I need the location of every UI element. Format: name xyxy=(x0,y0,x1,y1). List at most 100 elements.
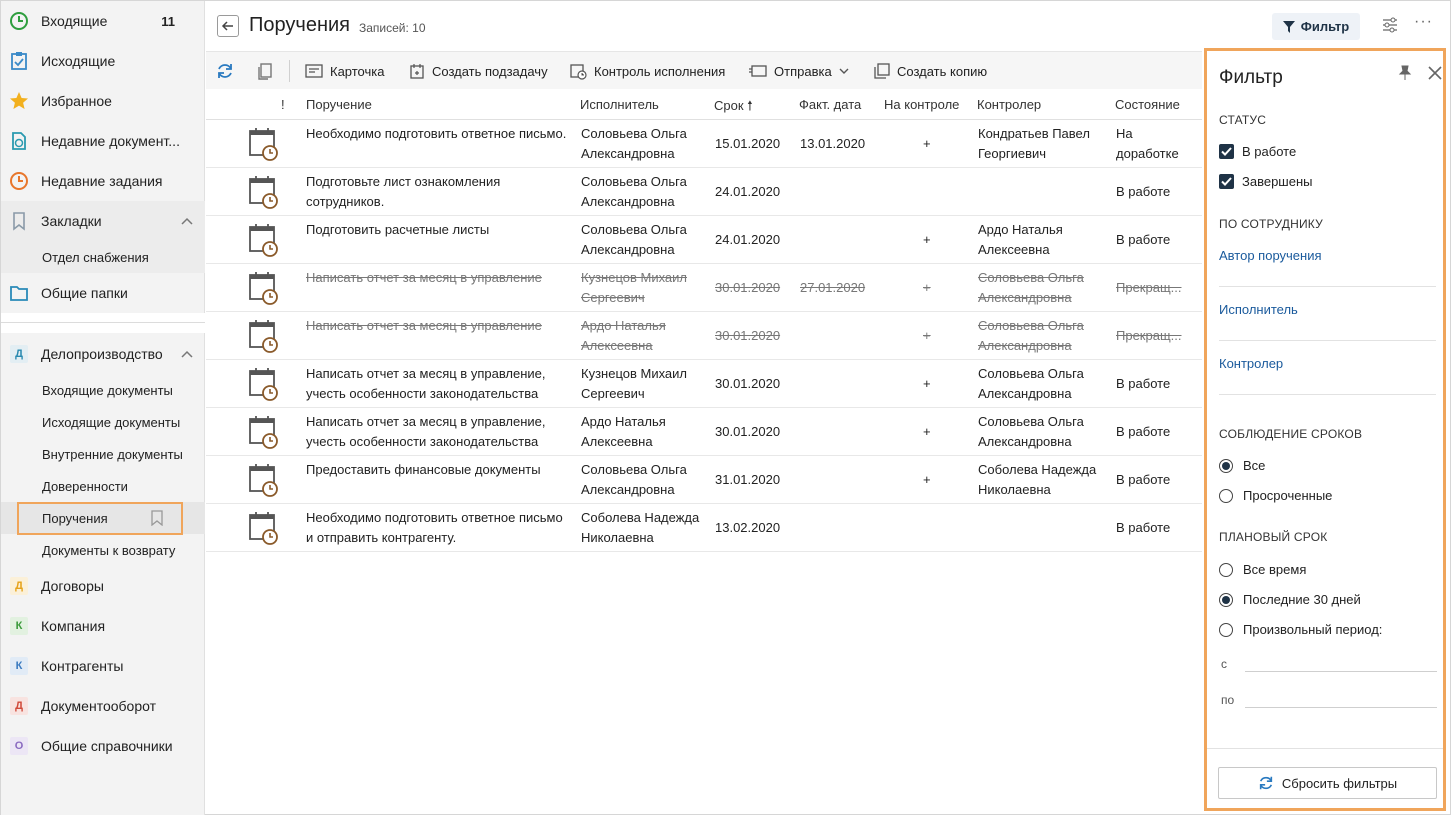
letter-o-icon: О xyxy=(9,736,29,756)
card-button-label: Карточка xyxy=(330,63,385,79)
sidebar-item-shared-folders[interactable]: Общие папки xyxy=(1,273,205,313)
bookmark-icon[interactable] xyxy=(150,510,164,526)
col-controller[interactable]: Контролер xyxy=(977,97,1041,112)
planned-custom-radio[interactable]: Произвольный период: xyxy=(1219,622,1382,637)
deadline-all-radio[interactable]: Все xyxy=(1219,458,1265,473)
table-row[interactable]: Подготовить расчетные листы Соловьева Оль… xyxy=(206,216,1202,264)
col-task[interactable]: Поручение xyxy=(306,97,372,112)
close-icon[interactable] xyxy=(1427,65,1443,81)
sidebar-subitem-outgoing-docs[interactable]: Исходящие документы xyxy=(1,406,205,438)
executor-cell: Соловьева Ольга Александровна xyxy=(581,462,687,497)
star-icon xyxy=(9,91,29,111)
task-calendar-icon xyxy=(248,318,280,354)
sidebar-item-recent-tasks[interactable]: Недавние задания xyxy=(1,161,205,201)
create-subtask-button[interactable]: Создать подзадачу xyxy=(409,61,548,81)
chevron-up-icon[interactable] xyxy=(179,346,195,362)
status-in-work-checkbox[interactable]: В работе xyxy=(1219,144,1296,159)
execution-control-label: Контроль исполнения xyxy=(594,63,726,79)
col-priority[interactable]: ! xyxy=(281,97,285,112)
sidebar: Входящие 11 Исходящие Избранное Недавние… xyxy=(1,1,205,815)
send-dropdown-button[interactable]: Отправка xyxy=(749,61,849,81)
table-row[interactable]: Написать отчет за месяц в управление Кузн… xyxy=(206,264,1202,312)
pin-icon[interactable] xyxy=(1397,65,1413,81)
planned-all-radio[interactable]: Все время xyxy=(1219,562,1306,577)
col-due[interactable]: Срок 🠕 xyxy=(714,97,753,119)
back-button[interactable] xyxy=(217,15,239,37)
sidebar-item-company[interactable]: К Компания xyxy=(1,606,205,646)
table-row[interactable]: Написать отчет за месяц в управление Ардо… xyxy=(206,312,1202,360)
sidebar-item-incoming[interactable]: Входящие 11 xyxy=(1,1,205,41)
sidebar-item-shared-directories[interactable]: О Общие справочники xyxy=(1,726,205,766)
bookmark-icon xyxy=(9,211,29,231)
sidebar-item-favorites[interactable]: Избранное xyxy=(1,81,205,121)
sidebar-subitem-powers-of-attorney[interactable]: Доверенности xyxy=(1,470,205,502)
incoming-count: 11 xyxy=(161,13,175,29)
col-state[interactable]: Состояние xyxy=(1115,97,1180,112)
copy-list-icon[interactable] xyxy=(256,62,274,80)
task-cell: Подготовить расчетные листы xyxy=(306,222,490,237)
controller-filter-link[interactable]: Контролер xyxy=(1219,356,1283,371)
sidebar-subitem-docs-to-return[interactable]: Документы к возврату xyxy=(1,534,205,566)
card-button[interactable]: Карточка xyxy=(305,61,384,81)
sidebar-item-recent-documents[interactable]: Недавние документ... xyxy=(1,121,205,161)
sidebar-item-outgoing[interactable]: Исходящие xyxy=(1,41,205,81)
sidebar-subitem-label: Поручения xyxy=(42,511,108,526)
sort-asc-icon: 🠕 xyxy=(747,98,753,113)
sidebar-item-records-management[interactable]: Д Делопроизводство xyxy=(1,334,205,374)
recent-task-icon xyxy=(9,171,29,191)
letter-k-icon: К xyxy=(9,616,29,636)
table-row[interactable]: Необходимо подготовить ответное письмо и… xyxy=(206,504,1202,552)
create-copy-button[interactable]: Создать копию xyxy=(874,61,987,81)
divider xyxy=(1219,286,1436,287)
reset-filters-button[interactable]: Сбросить фильтры xyxy=(1218,767,1437,799)
table-row[interactable]: Подготовьте лист ознакомления сотруднико… xyxy=(206,168,1202,216)
task-cell: Написать отчет за месяц в управление, уч… xyxy=(306,414,546,449)
sidebar-subitem-assignments[interactable]: Поручения xyxy=(1,502,205,535)
on-control-cell: + xyxy=(923,232,931,247)
deadline-overdue-radio[interactable]: Просроченные xyxy=(1219,488,1332,503)
task-calendar-icon xyxy=(248,366,280,402)
arrow-left-icon xyxy=(221,21,233,31)
sidebar-item-label: Недавние задания xyxy=(41,173,163,189)
sidebar-subitem-label: Внутренние документы xyxy=(42,447,183,462)
filter-button-label: Фильтр xyxy=(1300,19,1350,34)
table-row[interactable]: Необходимо подготовить ответное письмо. С… xyxy=(206,120,1202,168)
col-executor[interactable]: Исполнитель xyxy=(580,97,659,112)
sidebar-item-counterparties[interactable]: К Контрагенты xyxy=(1,646,205,686)
col-on-control[interactable]: На контроле xyxy=(884,97,959,112)
sidebar-subitem-incoming-docs[interactable]: Входящие документы xyxy=(1,374,205,406)
sidebar-subitem-label: Исходящие документы xyxy=(42,415,181,430)
sidebar-item-label: Общие папки xyxy=(41,285,128,301)
table-row[interactable]: Предоставить финансовые документы Соловье… xyxy=(206,456,1202,504)
due-cell: 30.01.2020 xyxy=(715,280,781,295)
on-control-cell: + xyxy=(923,136,931,151)
sidebar-subitem-supply-dept[interactable]: Отдел снабжения xyxy=(1,241,205,273)
planned-30-days-radio[interactable]: Последние 30 дней xyxy=(1219,592,1361,607)
settings-sliders-icon[interactable] xyxy=(1380,15,1400,35)
to-date-input[interactable] xyxy=(1245,686,1437,708)
sidebar-spacer xyxy=(1,313,205,333)
sidebar-subitem-label: Документы к возврату xyxy=(42,543,176,558)
execution-control-button[interactable]: Контроль исполнения xyxy=(570,61,725,81)
more-icon[interactable]: ··· xyxy=(1414,13,1434,33)
on-control-cell: + xyxy=(923,328,931,343)
table-row[interactable]: Написать отчет за месяц в управление, уч… xyxy=(206,408,1202,456)
status-done-checkbox[interactable]: Завершены xyxy=(1219,174,1312,189)
sidebar-item-document-flow[interactable]: Д Документооборот xyxy=(1,686,205,726)
create-copy-label: Создать копию xyxy=(897,63,988,79)
filter-button[interactable]: Фильтр xyxy=(1272,13,1360,40)
planned-all-label: Все время xyxy=(1243,562,1307,577)
state-cell: Прекращ... xyxy=(1116,280,1182,295)
table-row[interactable]: Написать отчет за месяц в управление, уч… xyxy=(206,360,1202,408)
col-fact-date[interactable]: Факт. дата xyxy=(799,97,861,112)
sidebar-subitem-label: Входящие документы xyxy=(42,383,173,398)
author-filter-link[interactable]: Автор поручения xyxy=(1219,248,1322,263)
page-header: Поручения Записей: 10 Фильтр ··· xyxy=(206,1,1451,51)
sidebar-subitem-internal-docs[interactable]: Внутренние документы xyxy=(1,438,205,470)
sidebar-item-contracts[interactable]: Д Договоры xyxy=(1,566,205,606)
sidebar-item-bookmarks[interactable]: Закладки xyxy=(1,201,205,241)
refresh-icon[interactable] xyxy=(216,62,234,80)
chevron-up-icon[interactable] xyxy=(179,213,195,229)
from-date-input[interactable] xyxy=(1245,650,1437,672)
executor-filter-link[interactable]: Исполнитель xyxy=(1219,302,1298,317)
